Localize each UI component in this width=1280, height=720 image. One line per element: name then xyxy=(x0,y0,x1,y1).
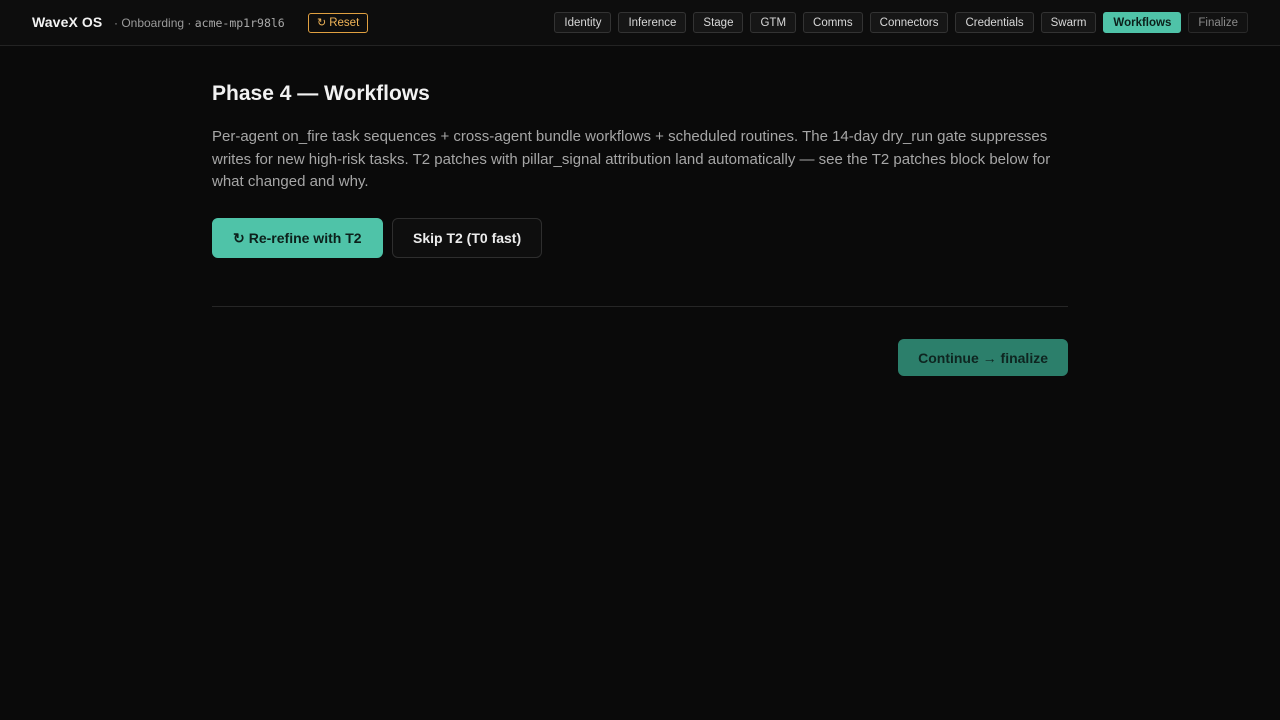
page-title: Phase 4 — Workflows xyxy=(212,82,430,105)
breadcrumb: · Onboarding · acme-mp1r98l6 xyxy=(114,16,285,30)
step-inference[interactable]: Inference xyxy=(618,12,687,33)
rerefine-label: Re-refine with T2 xyxy=(248,230,362,246)
refresh-icon: ↻ xyxy=(233,229,245,246)
phase-steps-nav: Identity Inference Stage GTM Comms Conne… xyxy=(554,12,1248,33)
skip-t2-button[interactable]: Skip T2 (T0 fast) xyxy=(392,218,543,258)
step-workflows[interactable]: Workflows xyxy=(1103,12,1182,33)
step-connectors[interactable]: Connectors xyxy=(869,12,949,33)
rotate-ccw-icon: ↻ xyxy=(317,16,327,29)
reset-button[interactable]: ↻ Reset xyxy=(308,13,369,33)
step-credentials[interactable]: Credentials xyxy=(955,12,1034,33)
step-gtm[interactable]: GTM xyxy=(750,12,797,33)
step-stage[interactable]: Stage xyxy=(693,12,744,33)
reset-label: Reset xyxy=(329,17,360,29)
breadcrumb-prefix: · Onboarding · xyxy=(114,16,192,30)
step-swarm[interactable]: Swarm xyxy=(1040,12,1097,33)
continue-label: Continue → finalize xyxy=(918,349,1048,366)
rerefine-t2-button[interactable]: ↻ Re-refine with T2 xyxy=(212,218,383,258)
step-comms[interactable]: Comms xyxy=(803,12,863,33)
step-identity[interactable]: Identity xyxy=(554,12,612,33)
step-finalize[interactable]: Finalize xyxy=(1188,12,1248,33)
brand-title: WaveX OS xyxy=(32,14,103,30)
continue-finalize-button[interactable]: Continue → finalize xyxy=(898,339,1068,376)
top-bar: WaveX OS · Onboarding · acme-mp1r98l6 ↻ … xyxy=(0,0,1280,46)
skip-label: Skip T2 (T0 fast) xyxy=(413,230,522,246)
tenant-id: acme-mp1r98l6 xyxy=(194,16,285,30)
section-divider xyxy=(212,306,1068,307)
page-description: Per-agent on_fire task sequences + cross… xyxy=(212,128,1051,190)
